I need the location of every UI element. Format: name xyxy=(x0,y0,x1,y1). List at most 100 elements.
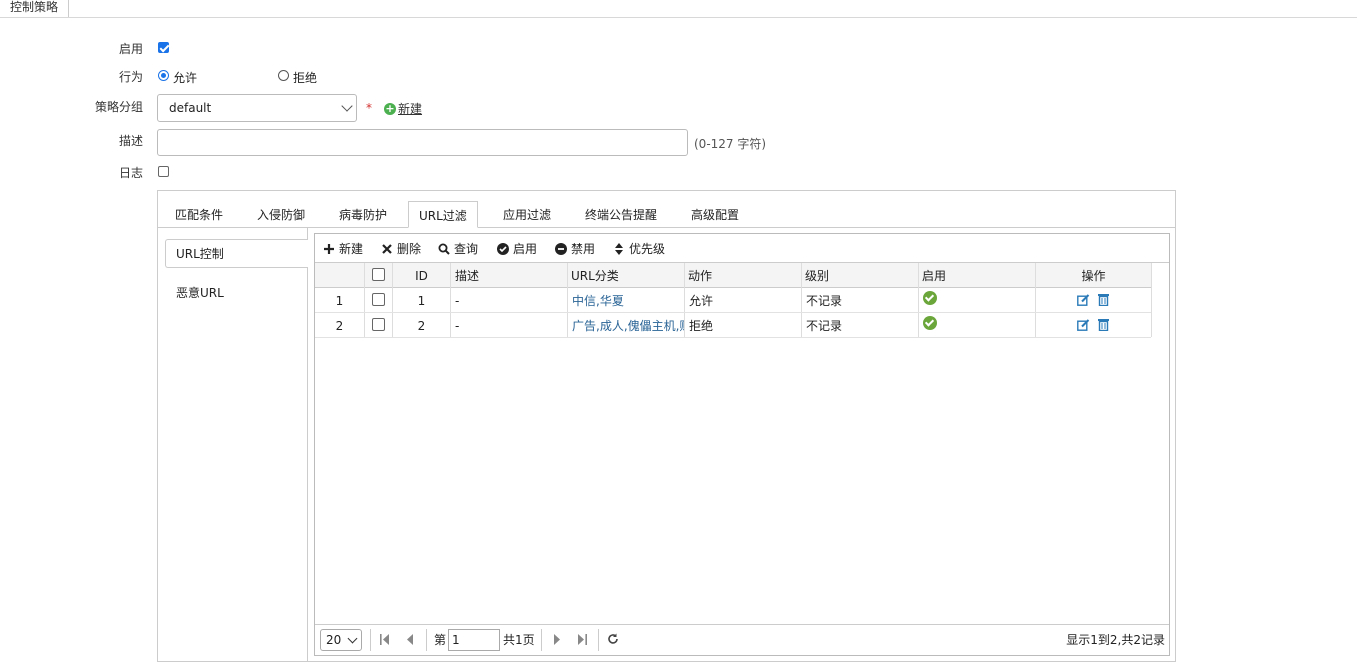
row-divider xyxy=(315,312,1151,313)
header-level[interactable]: 级别 xyxy=(805,268,829,284)
row-checkbox[interactable] xyxy=(372,293,385,306)
refresh-icon[interactable] xyxy=(607,633,619,648)
pager-separator xyxy=(370,629,371,651)
delete-button[interactable]: 删除 xyxy=(381,241,421,257)
tab-intrusion-prevention[interactable]: 入侵防御 xyxy=(257,207,305,223)
header-operations: 操作 xyxy=(1081,269,1106,283)
page-number-value: 1 xyxy=(452,633,460,647)
chevron-down-icon xyxy=(341,100,353,112)
col-divider xyxy=(567,263,568,337)
enabled-check-icon[interactable] xyxy=(923,316,937,330)
row-desc: - xyxy=(455,319,460,333)
log-checkbox[interactable] xyxy=(158,166,169,177)
side-nav-divider xyxy=(307,228,308,661)
header-desc[interactable]: 描述 xyxy=(455,268,479,284)
tab-url-filter[interactable]: URL过滤 xyxy=(408,201,478,228)
tab-app-filter[interactable]: 应用过滤 xyxy=(503,207,551,223)
row-url-category[interactable]: 广告,成人,傀儡主机,赌 xyxy=(572,318,684,334)
group-select[interactable]: default xyxy=(157,94,357,122)
tab-antivirus[interactable]: 病毒防护 xyxy=(339,207,387,223)
pager-summary: 显示1到2,共2记录 xyxy=(1066,633,1165,647)
action-deny-radio[interactable] xyxy=(278,70,289,81)
page-size-value: 20 xyxy=(326,633,342,647)
row-desc: - xyxy=(455,294,460,308)
group-label: 策略分组 xyxy=(94,100,143,114)
row-number: 2 xyxy=(335,319,344,333)
tab-advanced[interactable]: 高级配置 xyxy=(691,207,739,223)
first-page-icon[interactable] xyxy=(380,634,390,648)
header-id[interactable]: ID xyxy=(393,268,450,284)
last-page-icon[interactable] xyxy=(577,634,587,648)
row-action: 拒绝 xyxy=(689,319,714,333)
next-page-icon[interactable] xyxy=(553,634,561,648)
tab-control-policy[interactable]: 控制策略 xyxy=(0,0,70,17)
priority-button-label: 优先级 xyxy=(629,242,666,256)
close-icon xyxy=(381,243,393,255)
pager-separator xyxy=(426,629,427,651)
delete-button-label: 删除 xyxy=(397,242,422,256)
log-label: 日志 xyxy=(118,166,143,180)
trash-icon[interactable] xyxy=(1098,293,1109,309)
tabs-divider xyxy=(158,227,1175,228)
tab-terminal-notice[interactable]: 终端公告提醒 xyxy=(585,207,657,223)
edit-icon[interactable] xyxy=(1077,294,1090,309)
pager-separator xyxy=(598,629,599,651)
enable-button-label: 启用 xyxy=(513,242,538,256)
query-button[interactable]: 查询 xyxy=(438,241,478,257)
check-circle-icon xyxy=(497,243,509,255)
page-number-input[interactable]: 1 xyxy=(448,629,500,651)
sort-icon xyxy=(613,243,625,255)
trash-icon[interactable] xyxy=(1098,318,1109,334)
search-icon xyxy=(438,243,450,255)
page-total: 共1页 xyxy=(503,633,535,647)
enable-checkbox[interactable] xyxy=(158,42,169,53)
new-button-label: 新建 xyxy=(339,242,364,256)
top-tab-bar xyxy=(0,0,1357,18)
side-nav-malicious-url[interactable]: 恶意URL xyxy=(176,285,224,301)
action-allow-radio[interactable] xyxy=(158,70,169,81)
header-action[interactable]: 动作 xyxy=(688,268,712,284)
enabled-check-icon[interactable] xyxy=(923,291,937,305)
desc-input[interactable] xyxy=(157,129,688,156)
col-divider xyxy=(918,263,919,337)
row-checkbox[interactable] xyxy=(372,318,385,331)
enable-label: 启用 xyxy=(118,42,143,56)
row-number: 1 xyxy=(335,294,344,308)
header-enabled[interactable]: 启用 xyxy=(922,268,946,284)
row-level: 不记录 xyxy=(806,294,843,308)
col-divider xyxy=(801,263,802,337)
new-group-link[interactable]: 新建 xyxy=(398,101,422,117)
select-all-checkbox[interactable] xyxy=(372,268,385,281)
action-allow-label[interactable]: 允许 xyxy=(173,70,197,86)
disable-button[interactable]: 禁用 xyxy=(555,241,595,257)
group-select-value: default xyxy=(169,101,212,115)
chevron-down-icon xyxy=(347,633,358,644)
action-deny-label[interactable]: 拒绝 xyxy=(293,70,317,86)
row-id: 2 xyxy=(417,319,426,333)
priority-button[interactable]: 优先级 xyxy=(613,241,665,257)
page-prefix: 第 xyxy=(434,633,447,647)
prev-page-icon[interactable] xyxy=(406,634,414,648)
disable-button-label: 禁用 xyxy=(571,242,596,256)
row-url-category[interactable]: 中信,华夏 xyxy=(572,293,684,309)
add-circle-icon[interactable]: + xyxy=(384,103,396,115)
edit-icon[interactable] xyxy=(1077,319,1090,334)
new-button[interactable]: 新建 xyxy=(323,241,363,257)
row-action: 允许 xyxy=(689,294,714,308)
action-label: 行为 xyxy=(118,70,143,84)
plus-icon xyxy=(323,243,335,255)
col-divider xyxy=(684,263,685,337)
page-size-select[interactable]: 20 xyxy=(320,629,362,651)
required-mark: * xyxy=(366,101,372,115)
row-level: 不记录 xyxy=(806,319,843,333)
col-divider xyxy=(1151,263,1152,337)
col-divider xyxy=(450,263,451,337)
header-url-category[interactable]: URL分类 xyxy=(571,268,619,284)
pager-divider xyxy=(315,624,1169,625)
tab-match-conditions[interactable]: 匹配条件 xyxy=(175,207,223,223)
query-button-label: 查询 xyxy=(454,242,479,256)
desc-label: 描述 xyxy=(118,134,143,148)
enable-button[interactable]: 启用 xyxy=(497,241,537,257)
row-id: 1 xyxy=(417,294,426,308)
side-nav-url-control[interactable]: URL控制 xyxy=(176,246,224,262)
